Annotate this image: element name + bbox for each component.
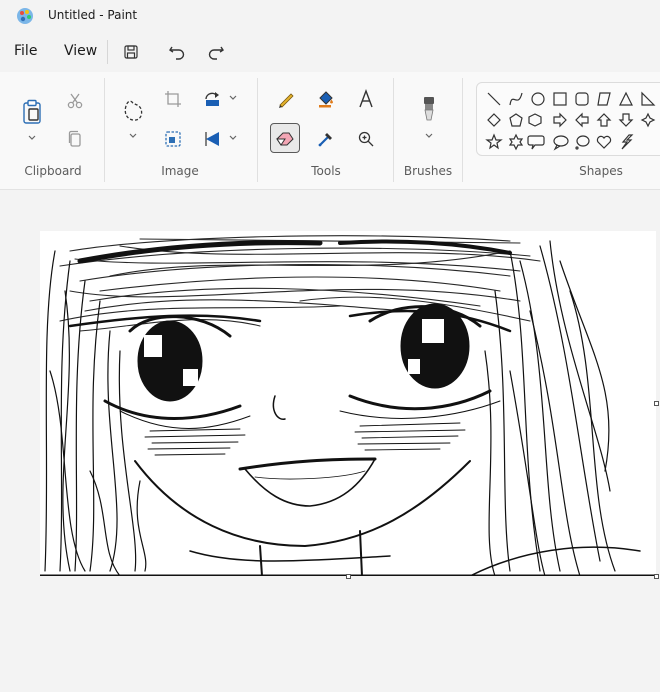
paint-palette-icon (17, 8, 33, 24)
save-button[interactable] (117, 38, 145, 66)
redo-button[interactable] (202, 38, 230, 66)
ribbon-divider (104, 78, 105, 182)
paste-icon (23, 99, 41, 124)
color-picker-icon (318, 133, 332, 147)
shapes-group-label: Shapes (579, 164, 623, 178)
color-picker-tool[interactable] (311, 124, 341, 154)
copy-icon (68, 130, 81, 147)
canvas-resize-handle-corner[interactable] (654, 574, 659, 579)
flip-icon (205, 132, 219, 146)
resize-icon (165, 131, 181, 147)
triangle-shape[interactable] (619, 91, 633, 106)
cloud-callout-shape[interactable] (575, 135, 590, 150)
select-dropdown-chevron-icon[interactable] (128, 132, 138, 140)
down-arrow-shape[interactable] (618, 113, 634, 127)
right-arrow-shape[interactable] (553, 112, 567, 128)
ribbon: Clipboard Image Tools Brushes Shapes (0, 72, 660, 190)
brushes-group-label: Brushes (403, 164, 453, 178)
right-triangle-shape[interactable] (641, 91, 656, 106)
canvas-workspace (0, 191, 660, 692)
rotate-button[interactable] (198, 84, 228, 114)
line-shape[interactable] (487, 92, 501, 106)
rounded-rectangle-shape[interactable] (575, 92, 589, 106)
undo-icon (169, 46, 185, 60)
brush-icon (424, 97, 434, 121)
magnifier-tool[interactable] (351, 124, 381, 154)
cut-icon (67, 93, 83, 109)
menu-divider (107, 40, 108, 64)
menu-bar: File View (0, 32, 660, 72)
text-icon (359, 89, 373, 108)
window-title: Untitled - Paint (48, 8, 138, 22)
copy-button[interactable] (60, 124, 90, 154)
canvas-resize-handle-right[interactable] (654, 401, 659, 406)
rounded-callout-shape[interactable] (527, 135, 545, 150)
curve-shape[interactable] (509, 92, 523, 106)
tools-group-label: Tools (311, 164, 341, 178)
canvas-resize-handle-bottom[interactable] (346, 574, 351, 579)
flip-dropdown-chevron-icon[interactable] (228, 134, 238, 142)
brushes-dropdown-chevron-icon[interactable] (424, 132, 434, 140)
ribbon-divider (393, 78, 394, 182)
title-bar: Untitled - Paint (0, 0, 660, 32)
view-menu[interactable]: View (62, 43, 99, 59)
undo-button[interactable] (163, 38, 191, 66)
crop-icon (165, 91, 181, 107)
pencil-icon (279, 93, 294, 108)
resize-button[interactable] (158, 124, 188, 154)
free-select-icon (124, 100, 143, 121)
crop-button[interactable] (158, 84, 188, 114)
shapes-grid (485, 91, 656, 151)
up-arrow-shape[interactable] (596, 113, 612, 127)
polygon-shape[interactable] (597, 92, 611, 106)
pencil-tool[interactable] (271, 84, 301, 114)
ribbon-divider (462, 78, 463, 182)
five-point-star-shape[interactable] (485, 133, 503, 150)
text-tool[interactable] (351, 84, 381, 114)
clipboard-group-label: Clipboard (24, 164, 82, 178)
oval-shape[interactable] (531, 92, 545, 106)
four-point-star-shape[interactable] (640, 112, 656, 128)
ribbon-divider (257, 78, 258, 182)
free-select-button[interactable] (118, 94, 148, 128)
anime-face-sketch (40, 235, 656, 576)
eraser-tool[interactable] (270, 123, 300, 153)
paste-button[interactable] (16, 94, 48, 130)
pentagon-shape[interactable] (509, 113, 523, 127)
flip-button[interactable] (198, 124, 228, 154)
redo-icon (208, 46, 224, 60)
oval-callout-shape[interactable] (553, 135, 569, 151)
fill-icon (319, 91, 333, 108)
left-arrow-shape[interactable] (575, 112, 589, 128)
cut-button[interactable] (60, 86, 90, 116)
fill-tool[interactable] (311, 84, 341, 114)
lightning-shape[interactable] (621, 134, 634, 150)
rotate-icon (205, 92, 219, 106)
shapes-gallery (476, 82, 660, 156)
rectangle-shape[interactable] (553, 92, 567, 106)
diamond-shape[interactable] (487, 113, 501, 127)
six-point-star-shape[interactable] (508, 133, 524, 151)
drawing-canvas[interactable] (40, 231, 656, 576)
brushes-button[interactable] (414, 94, 444, 124)
save-icon (124, 45, 138, 59)
heart-shape[interactable] (596, 135, 612, 149)
hexagon-shape[interactable] (528, 113, 542, 127)
rotate-dropdown-chevron-icon[interactable] (228, 94, 238, 102)
magnifier-icon (358, 131, 374, 147)
eraser-icon (276, 132, 294, 146)
file-menu[interactable]: File (12, 43, 39, 59)
paste-dropdown-chevron-icon[interactable] (27, 134, 37, 142)
image-group-label: Image (161, 164, 199, 178)
